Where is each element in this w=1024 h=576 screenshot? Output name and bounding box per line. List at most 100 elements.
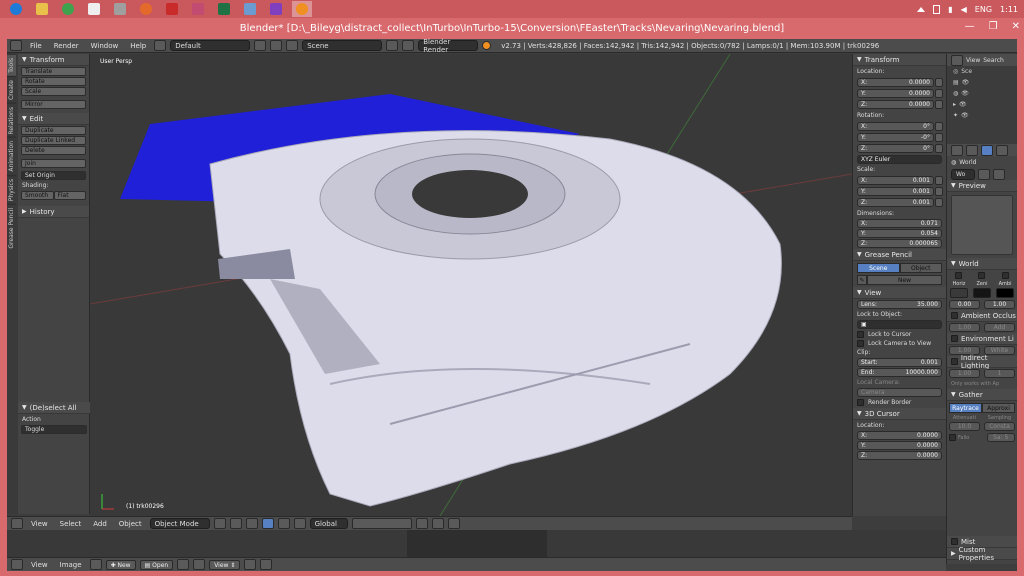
blender-icon[interactable] (292, 1, 312, 17)
menu-render[interactable]: Render (50, 42, 83, 50)
open-image-button[interactable]: ▤ Open (139, 559, 174, 570)
excel-icon[interactable] (214, 1, 234, 17)
environment-lighting-header[interactable]: Environment Li (947, 333, 1017, 345)
indirect-lighting-header[interactable]: Indirect Lighting (947, 354, 1017, 370)
file-explorer-icon[interactable] (32, 1, 52, 17)
lock-cursor-checkbox[interactable] (857, 331, 864, 338)
notepad-icon[interactable] (240, 1, 260, 17)
gather-header[interactable]: ▼ Gather (947, 389, 1017, 401)
world-name-field[interactable]: Wo (951, 168, 975, 180)
location-x-field[interactable]: X: 0.0000 (857, 78, 934, 87)
scene-icon[interactable] (286, 40, 299, 51)
mist-checkbox[interactable] (951, 538, 958, 545)
exposure-field[interactable]: 0.00 (949, 300, 980, 309)
grease-pencil-header[interactable]: ▼ Grease Pencil (853, 249, 946, 261)
ie-icon[interactable] (6, 1, 26, 17)
lens-field[interactable]: Lens: 35.000 (857, 300, 942, 309)
menu-view[interactable]: View (27, 561, 52, 569)
tab-grease-pencil[interactable]: Grease Pencil (7, 204, 16, 252)
lock-icon[interactable] (935, 89, 943, 98)
lock-icon[interactable] (935, 122, 943, 131)
menu-window[interactable]: Window (87, 42, 123, 50)
mirror-button[interactable]: Mirror (21, 100, 86, 109)
scene-tab-icon[interactable] (966, 144, 978, 156)
snap-icon[interactable] (431, 518, 444, 529)
tab-animation[interactable]: Animation (7, 137, 16, 175)
add-scene-icon[interactable] (386, 40, 399, 51)
cursor-z-field[interactable]: Z: 0.0000 (857, 451, 942, 460)
3d-viewport[interactable]: User Persp (1) trk00296 (90, 54, 852, 516)
manipulator-icon[interactable] (245, 518, 258, 529)
menu-image[interactable]: Image (56, 561, 86, 569)
horizon-color-swatch[interactable] (949, 288, 968, 298)
chrome-icon[interactable] (58, 1, 78, 17)
code-icon[interactable] (84, 1, 104, 17)
rotate-button[interactable]: Rotate (21, 77, 86, 86)
world-panel-header[interactable]: ▼ World (947, 258, 1017, 270)
view-panel-header[interactable]: ▼ View (853, 287, 946, 299)
pin-icon[interactable] (177, 559, 190, 570)
range-field[interactable]: 1.00 (984, 300, 1015, 309)
menu-view[interactable]: View (27, 520, 52, 528)
clip-start-field[interactable]: Start: 0.001 (857, 358, 942, 367)
world-tab-icon[interactable] (981, 144, 993, 156)
duplicate-button[interactable]: Duplicate (21, 126, 86, 135)
pinned-icon[interactable] (193, 559, 206, 570)
outliner-item[interactable]: ◍ 👁 (947, 88, 1017, 99)
dimension-z-field[interactable]: Z: 0.000065 (857, 239, 942, 248)
approximate-button[interactable]: Approxi (982, 403, 1015, 413)
lock-icon[interactable] (935, 133, 943, 142)
rotate-icon[interactable] (277, 518, 290, 529)
rotation-z-field[interactable]: Z: 0° (857, 144, 934, 153)
cursor-x-field[interactable]: X: 0.0000 (857, 431, 942, 440)
render-slot-icon[interactable] (260, 559, 273, 570)
paper-sky-checkbox[interactable] (955, 272, 963, 279)
outliner-item[interactable]: ◎ Sce (947, 66, 1017, 77)
render-tab-icon[interactable] (951, 144, 963, 156)
render-engine-dropdown[interactable]: Blender Render (418, 38, 479, 54)
shading-icon[interactable] (213, 518, 226, 529)
volume-icon[interactable]: ◀ (961, 5, 967, 14)
tab-create[interactable]: Create (7, 75, 16, 103)
grease-scene-button[interactable]: Scene (857, 263, 900, 273)
lock-icon[interactable] (935, 144, 943, 153)
transform-header[interactable]: ▼ Transform (853, 54, 946, 66)
menu-file[interactable]: File (26, 42, 46, 50)
lock-camera-checkbox[interactable] (857, 340, 864, 347)
minimize-button[interactable]: — (965, 21, 975, 32)
color-icon[interactable] (266, 1, 286, 17)
real-sky-checkbox[interactable] (1001, 272, 1009, 279)
outliner[interactable]: View Search ◎ Sce ▤ 👁 ◍ 👁 ▸ 👁 ✦ 👁 (946, 54, 1017, 144)
edit-panel-header[interactable]: ▼ Edit (18, 113, 89, 125)
visibility-eye-icon[interactable]: 👁 (959, 101, 967, 108)
outliner-item[interactable]: ▸ 👁 (947, 99, 1017, 110)
smooth-button[interactable]: Smooth (21, 191, 54, 200)
rotation-y-field[interactable]: Y: -0° (857, 133, 934, 142)
pivot-icon[interactable] (229, 518, 242, 529)
outliner-view-menu[interactable]: View (966, 57, 980, 64)
app-icon[interactable] (110, 1, 130, 17)
indirect-checkbox[interactable] (951, 358, 958, 365)
fake-user-icon[interactable] (978, 168, 990, 180)
ambient-color-swatch[interactable] (996, 288, 1015, 298)
layers-icon[interactable] (351, 518, 412, 529)
signal-icon[interactable]: ▮ (948, 5, 952, 14)
scale-z-field[interactable]: Z: 0.001 (857, 198, 934, 207)
view-mode-dropdown[interactable]: View ⇕ (209, 559, 241, 570)
outliner-item[interactable]: ✦ 👁 (947, 110, 1017, 121)
grease-new-button[interactable]: New (867, 275, 942, 285)
paint-icon[interactable] (188, 1, 208, 17)
env-checkbox[interactable] (951, 335, 958, 342)
lock-icon[interactable] (935, 78, 943, 87)
cursor-y-field[interactable]: Y: 0.0000 (857, 441, 942, 450)
close-button[interactable]: ✕ (1012, 21, 1020, 32)
object-tab-icon[interactable] (996, 144, 1008, 156)
screen-layout-field[interactable]: Default (170, 40, 251, 51)
image-editor-area[interactable] (7, 530, 946, 557)
dimension-y-field[interactable]: Y: 0.054 (857, 229, 942, 238)
rotation-x-field[interactable]: X: 0° (857, 122, 934, 131)
render-border-checkbox[interactable] (857, 399, 864, 406)
display-channels-icon[interactable] (244, 559, 257, 570)
outliner-item[interactable]: ▤ 👁 (947, 77, 1017, 88)
ao-checkbox[interactable] (951, 312, 958, 319)
